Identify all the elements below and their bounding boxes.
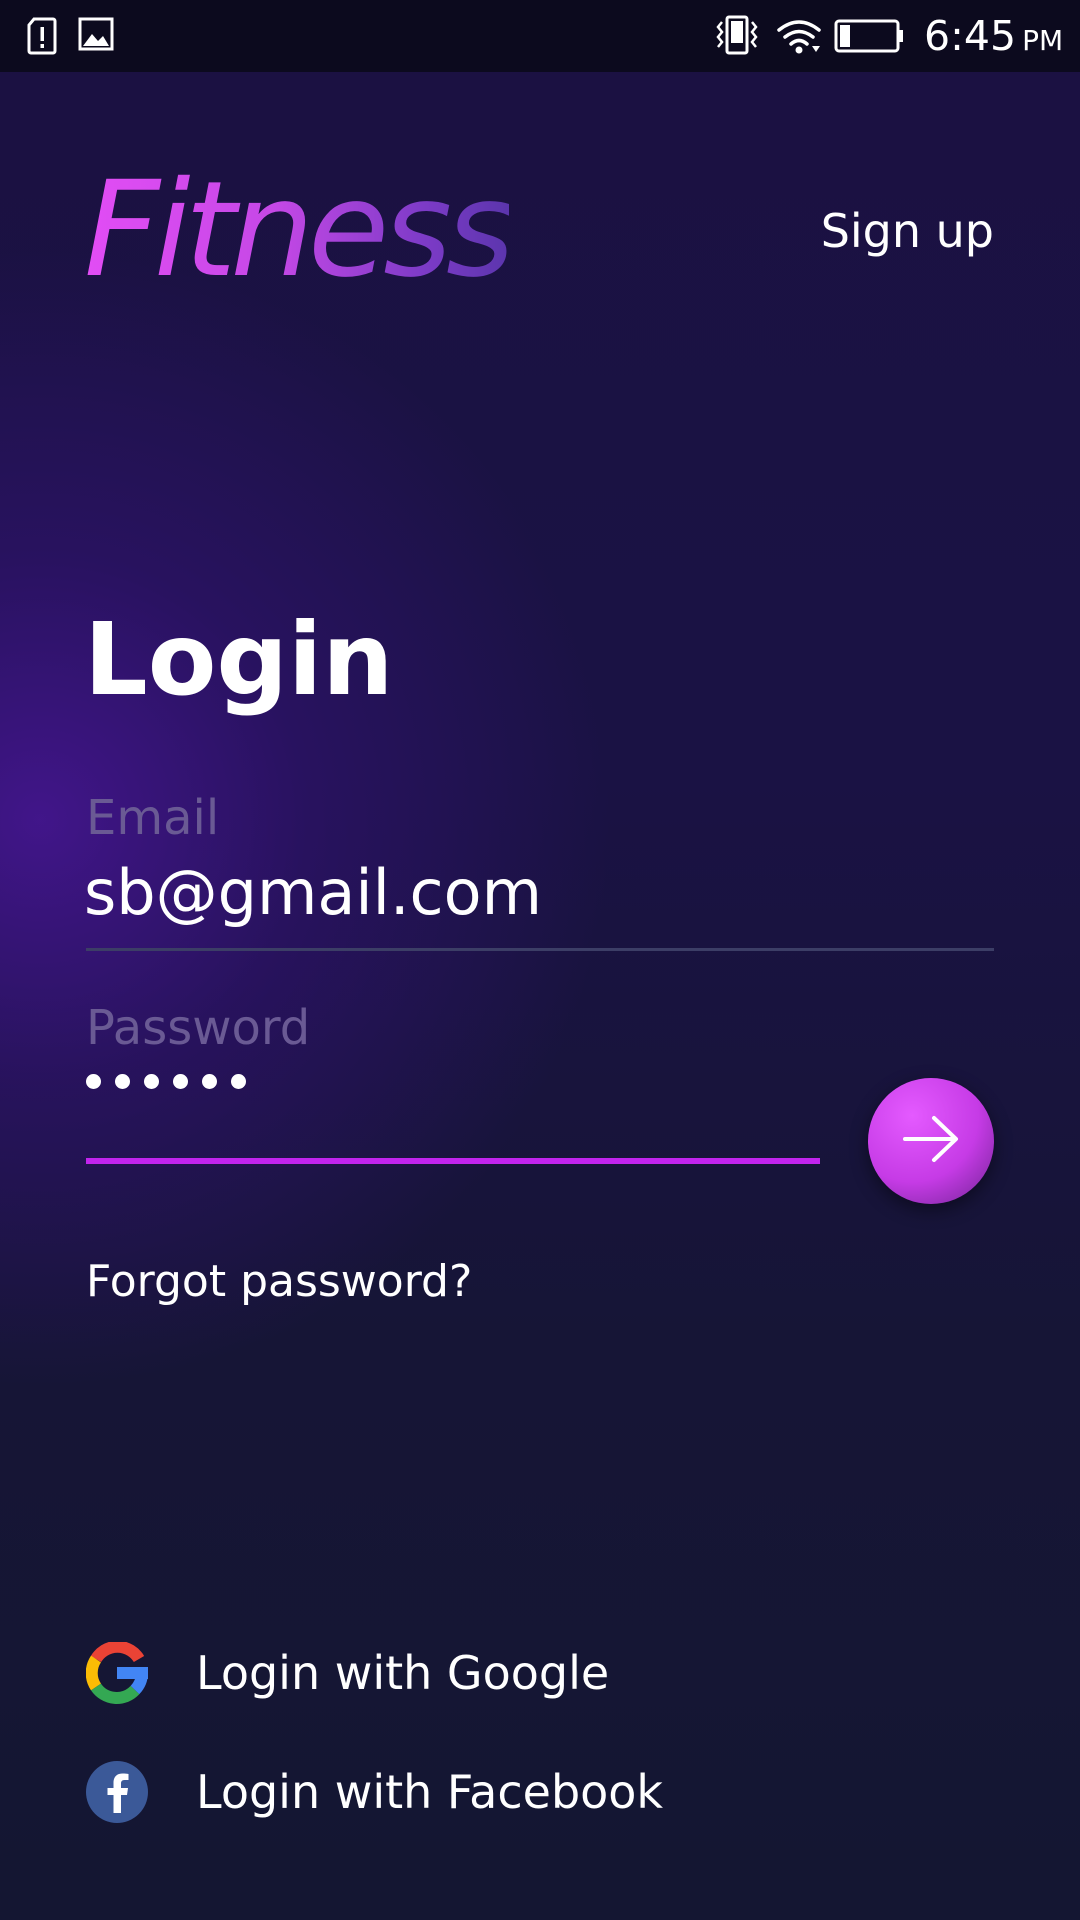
app-logo: Fitness <box>84 153 515 307</box>
page-title: Login <box>84 601 394 718</box>
google-login-label: Login with Google <box>196 1646 610 1700</box>
facebook-icon <box>86 1761 148 1823</box>
forgot-password-link[interactable]: Forgot password? <box>86 1256 472 1307</box>
google-login-button[interactable]: Login with Google <box>86 1642 609 1704</box>
vibrate-icon <box>714 14 760 60</box>
password-mask-dot <box>173 1074 188 1089</box>
arrow-right-icon <box>902 1114 960 1168</box>
signup-link[interactable]: Sign up <box>821 204 994 258</box>
sd-alert-icon <box>26 16 58 60</box>
image-icon <box>78 16 114 56</box>
email-label: Email <box>86 790 220 846</box>
password-mask-dot <box>144 1074 159 1089</box>
email-field[interactable] <box>84 853 984 933</box>
wifi-icon <box>776 16 822 60</box>
password-underline <box>86 1158 820 1164</box>
login-screen: 6:45PM Fitness Sign up Login Email Passw… <box>0 0 1080 1920</box>
status-time: 6:45 PM <box>924 10 1063 67</box>
status-bar: 6:45 PM <box>0 0 1080 72</box>
google-icon <box>86 1642 148 1704</box>
password-mask-dot <box>202 1074 217 1089</box>
email-underline <box>86 948 994 951</box>
facebook-login-label: Login with Facebook <box>196 1765 664 1819</box>
battery-icon <box>834 18 904 58</box>
password-mask-dot <box>86 1074 101 1089</box>
password-field[interactable] <box>86 1074 806 1089</box>
facebook-login-button[interactable]: Login with Facebook <box>86 1761 663 1823</box>
submit-button[interactable] <box>868 1078 994 1204</box>
status-time-value: 6:45 <box>924 12 1017 60</box>
password-label: Password <box>86 1000 311 1056</box>
password-mask-dot <box>115 1074 130 1089</box>
password-mask-dot <box>231 1074 246 1089</box>
status-time-ampm: PM <box>1022 24 1064 57</box>
